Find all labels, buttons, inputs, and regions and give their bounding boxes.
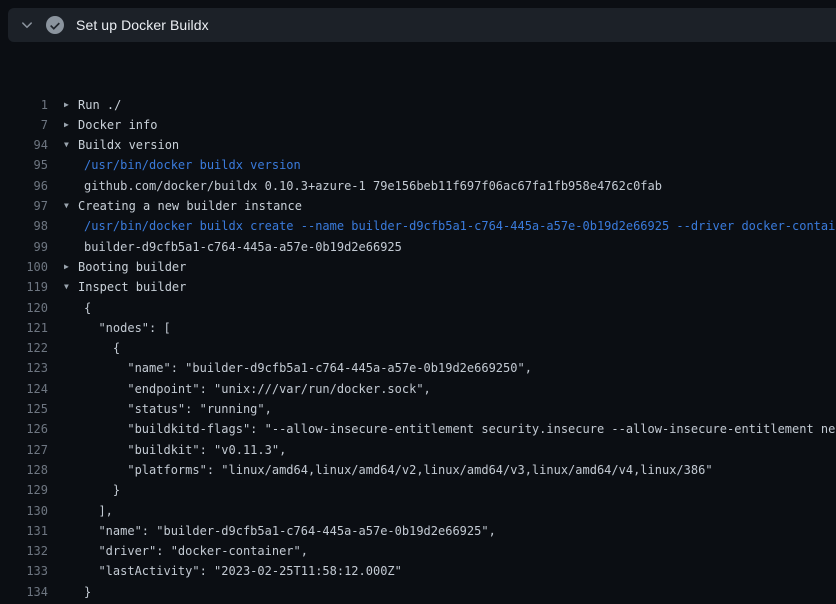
line-number[interactable]: 126 xyxy=(0,419,48,439)
line-number[interactable]: 129 xyxy=(0,480,48,500)
log-line-text: "status": "running", xyxy=(84,399,272,419)
triangle-right-icon: ▶ xyxy=(64,115,78,135)
line-number[interactable]: 119 xyxy=(0,277,48,297)
log-line: 131 "name": "builder-d9cfb5a1-c764-445a-… xyxy=(0,521,836,541)
log-line-text: Creating a new builder instance xyxy=(78,196,302,216)
line-number[interactable]: 94 xyxy=(0,135,48,155)
log-line-text: builder-d9cfb5a1-c764-445a-a57e-0b19d2e6… xyxy=(84,237,402,257)
log-group-header[interactable]: 94 ▼Buildx version xyxy=(0,135,836,155)
step-title: Set up Docker Buildx xyxy=(76,17,209,33)
log-group-header[interactable]: 7 ▶Docker info xyxy=(0,115,836,135)
line-number[interactable]: 122 xyxy=(0,338,48,358)
line-number[interactable]: 121 xyxy=(0,318,48,338)
line-number[interactable]: 123 xyxy=(0,358,48,378)
line-number[interactable]: 132 xyxy=(0,541,48,561)
log-line: 98 /usr/bin/docker buildx create --name … xyxy=(0,216,836,236)
step-header[interactable]: Set up Docker Buildx xyxy=(8,8,836,42)
log-line: 133 "lastActivity": "2023-02-25T11:58:12… xyxy=(0,561,836,581)
line-number[interactable]: 120 xyxy=(0,298,48,318)
log-line: 130 ], xyxy=(0,501,836,521)
triangle-right-icon: ▶ xyxy=(64,257,78,277)
line-number[interactable]: 127 xyxy=(0,440,48,460)
log-line: 123 "name": "builder-d9cfb5a1-c764-445a-… xyxy=(0,358,836,378)
log-line: 127 "buildkit": "v0.11.3", xyxy=(0,440,836,460)
log-line-text: "nodes": [ xyxy=(84,318,171,338)
line-number[interactable]: 134 xyxy=(0,582,48,602)
log-group-header[interactable]: 1 ▶Run ./ xyxy=(0,95,836,115)
log-line: 126 "buildkitd-flags": "--allow-insecure… xyxy=(0,419,836,439)
log-line-text: Docker info xyxy=(78,115,157,135)
line-number[interactable]: 98 xyxy=(0,216,48,236)
log-line: 124 "endpoint": "unix:///var/run/docker.… xyxy=(0,379,836,399)
log-line: 120 { xyxy=(0,298,836,318)
log-lines: 1 ▶Run ./ 7 ▶Docker info 94 ▼Buildx vers… xyxy=(0,95,836,604)
log-line-text: "name": "builder-d9cfb5a1-c764-445a-a57e… xyxy=(84,521,496,541)
check-circle-icon xyxy=(46,16,64,34)
line-number[interactable]: 124 xyxy=(0,379,48,399)
log-line: 132 "driver": "docker-container", xyxy=(0,541,836,561)
triangle-down-icon: ▼ xyxy=(64,196,78,216)
line-number[interactable]: 125 xyxy=(0,399,48,419)
log-line-text: /usr/bin/docker buildx create --name bui… xyxy=(84,216,836,236)
log-line-text: "buildkit": "v0.11.3", xyxy=(84,440,286,460)
chevron-down-icon[interactable] xyxy=(20,18,34,32)
triangle-right-icon: ▶ xyxy=(64,95,78,115)
log-viewer: 1 ▶Run ./ 7 ▶Docker info 94 ▼Buildx vers… xyxy=(0,42,836,604)
log-line-text: Inspect builder xyxy=(78,277,186,297)
log-line-text: Run ./ xyxy=(78,95,121,115)
log-line: 128 "platforms": "linux/amd64,linux/amd6… xyxy=(0,460,836,480)
log-line-text: "driver": "docker-container", xyxy=(84,541,308,561)
log-line-text: } xyxy=(84,480,120,500)
log-line-text: "endpoint": "unix:///var/run/docker.sock… xyxy=(84,379,431,399)
line-number[interactable]: 97 xyxy=(0,196,48,216)
log-line: 125 "status": "running", xyxy=(0,399,836,419)
log-line-text: "platforms": "linux/amd64,linux/amd64/v2… xyxy=(84,460,713,480)
log-line: 95 /usr/bin/docker buildx version xyxy=(0,155,836,175)
log-line: 134 } xyxy=(0,582,836,602)
line-number[interactable]: 96 xyxy=(0,176,48,196)
log-line-text: "lastActivity": "2023-02-25T11:58:12.000… xyxy=(84,561,402,581)
log-line: 96 github.com/docker/buildx 0.10.3+azure… xyxy=(0,176,836,196)
log-line-text: "buildkitd-flags": "--allow-insecure-ent… xyxy=(84,419,836,439)
log-line-text: Buildx version xyxy=(78,135,179,155)
log-line-text: Booting builder xyxy=(78,257,186,277)
line-number[interactable]: 7 xyxy=(0,115,48,135)
line-number[interactable]: 100 xyxy=(0,257,48,277)
log-line-text: "name": "builder-d9cfb5a1-c764-445a-a57e… xyxy=(84,358,532,378)
log-group-header[interactable]: 97 ▼Creating a new builder instance xyxy=(0,196,836,216)
log-line: 121 "nodes": [ xyxy=(0,318,836,338)
log-line-text: ], xyxy=(84,501,113,521)
line-number[interactable]: 95 xyxy=(0,155,48,175)
log-line-text: { xyxy=(84,298,91,318)
line-number[interactable]: 128 xyxy=(0,460,48,480)
log-line: 129 } xyxy=(0,480,836,500)
log-line-text: github.com/docker/buildx 0.10.3+azure-1 … xyxy=(84,176,662,196)
triangle-down-icon: ▼ xyxy=(64,277,78,297)
line-number[interactable]: 133 xyxy=(0,561,48,581)
log-group-header[interactable]: 100 ▶Booting builder xyxy=(0,257,836,277)
log-group-header[interactable]: 119 ▼Inspect builder xyxy=(0,277,836,297)
line-number[interactable]: 130 xyxy=(0,501,48,521)
line-number[interactable]: 99 xyxy=(0,237,48,257)
log-line: 99 builder-d9cfb5a1-c764-445a-a57e-0b19d… xyxy=(0,237,836,257)
log-line: 122 { xyxy=(0,338,836,358)
log-line-text: { xyxy=(84,338,120,358)
line-number[interactable]: 1 xyxy=(0,95,48,115)
log-line-text: } xyxy=(84,582,91,602)
line-number[interactable]: 131 xyxy=(0,521,48,541)
log-line-text: /usr/bin/docker buildx version xyxy=(84,155,301,175)
triangle-down-icon: ▼ xyxy=(64,135,78,155)
